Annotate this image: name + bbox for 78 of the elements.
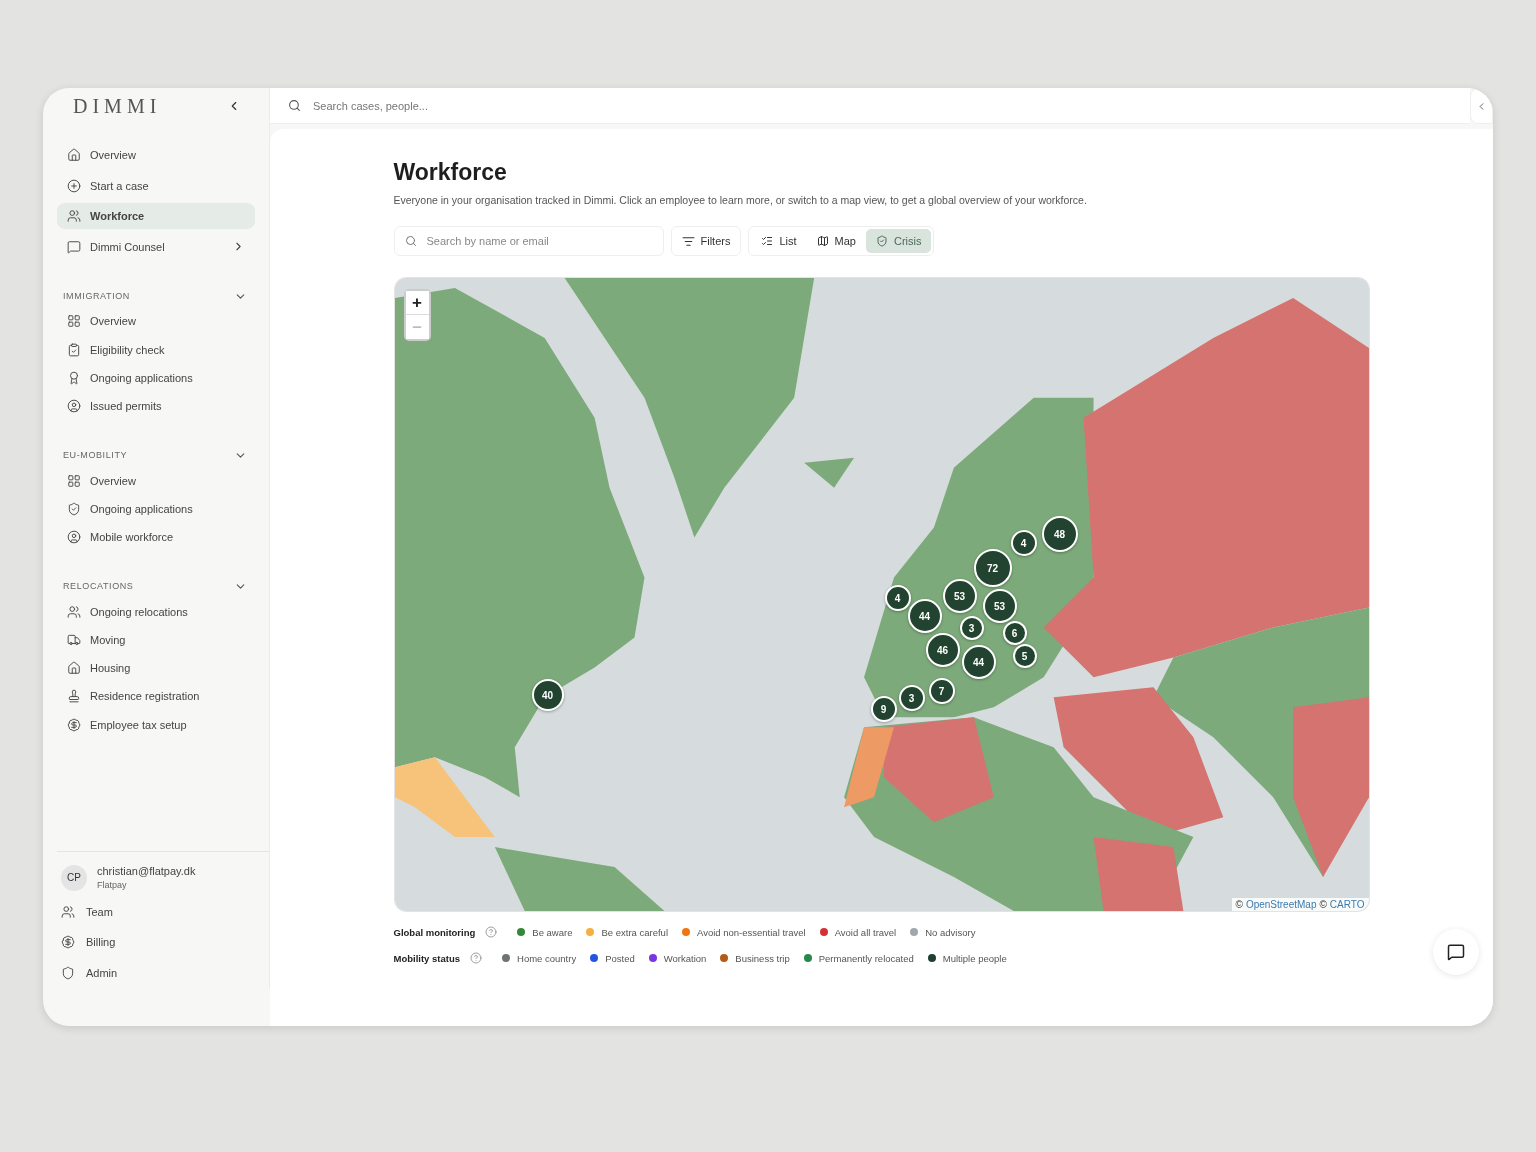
nav-item[interactable]: Issued permits (57, 393, 255, 419)
legend-label: Multiple people (942, 952, 1007, 964)
nav-item[interactable]: Eligibility check (57, 336, 255, 363)
view-tab[interactable]: Crisis (866, 229, 932, 253)
chat-icon (1447, 943, 1465, 961)
plus-circle-icon (67, 178, 81, 193)
page-description: Everyone in your organisation tracked in Dimmi. Click an employee to learn more, or switch to a map view, to get a global overview of your workforce. (393, 194, 1088, 206)
chat-button[interactable] (1433, 929, 1479, 975)
nav-item[interactable]: Billing (57, 929, 255, 956)
nav-item[interactable]: Overview (57, 308, 255, 335)
section-title: RELOCATIONS (63, 581, 134, 592)
nav-item[interactable]: Start a case (57, 172, 255, 199)
nav-item[interactable]: Moving (57, 626, 255, 653)
legend-label: Posted (605, 952, 635, 964)
search-icon (404, 235, 417, 247)
stamp-icon (67, 689, 81, 704)
nav-item[interactable]: Admin (57, 959, 255, 986)
search-input[interactable]: Search cases, people... (311, 98, 1470, 113)
home-icon (67, 148, 81, 163)
nav-item[interactable]: Employee tax setup (57, 711, 255, 738)
nav-item[interactable]: Residence registration (57, 683, 255, 710)
avatar[interactable]: CP (61, 864, 87, 891)
legend-label: Business trip (735, 952, 790, 964)
nav-item[interactable]: Ongoing applications (57, 364, 255, 391)
filter-icon (681, 234, 695, 248)
grid-icon (67, 314, 81, 329)
company-name: Flatpay (97, 880, 128, 890)
users-icon (67, 209, 81, 224)
search-icon (288, 99, 301, 112)
shield-check-icon (67, 501, 81, 516)
user-email: christian@flatpay.dk (97, 865, 196, 877)
chat-icon (67, 239, 81, 254)
view-tab[interactable]: Map (806, 229, 866, 253)
legend-label: Avoid all travel (834, 926, 897, 938)
list-icon (761, 235, 774, 247)
nav-item[interactable]: Ongoing applications (57, 495, 255, 522)
logo: DIMMI (73, 94, 162, 118)
view-tab[interactable]: List (751, 229, 807, 253)
shield-icon (876, 235, 888, 247)
legend-label: Workation (663, 952, 707, 964)
nav-item[interactable]: Housing (57, 655, 255, 681)
truck-icon (67, 632, 81, 647)
copyright-symbol: © (1319, 899, 1327, 910)
filters-button[interactable]: Filters (670, 226, 742, 256)
nav-item[interactable]: Overview (57, 142, 255, 169)
legend-label: Permanently relocated (818, 952, 914, 964)
legend-title: Global monitoring (393, 926, 476, 938)
zoom-in-button[interactable]: + (405, 291, 429, 315)
nav-item[interactable]: Team (57, 898, 255, 925)
section-title: EU-MOBILITY (63, 450, 128, 461)
users-icon (61, 904, 75, 919)
shield-icon (61, 965, 75, 980)
map-icon (816, 235, 829, 247)
search-field[interactable]: Search cases, people... (270, 88, 1470, 124)
page-title: Workforce (393, 159, 508, 186)
users-icon (67, 604, 81, 619)
nav-item[interactable]: Dimmi Counsel (57, 233, 255, 260)
legend-label: Be aware (532, 926, 573, 938)
copyright-symbol: © (1235, 899, 1243, 910)
user-circle-icon (67, 399, 81, 413)
legend-label: Avoid non-essential travel (697, 926, 806, 938)
carto-link[interactable]: CARTO (1329, 899, 1365, 910)
search-field[interactable]: Search by name or email (393, 226, 664, 256)
legend-title: Mobility status (393, 952, 460, 964)
grid-icon (67, 473, 81, 488)
nav-item[interactable]: Overview (57, 467, 255, 494)
section-title: IMMIGRATION (63, 291, 130, 301)
nav-item[interactable]: Mobile workforce (57, 524, 255, 550)
nav-item[interactable]: Workforce (57, 203, 255, 230)
clipboard-check-icon (67, 342, 81, 357)
legend-label: No advisory (925, 926, 976, 938)
legend-label: Home country (517, 952, 577, 964)
legend-label: Be extra careful (601, 926, 668, 938)
home-icon (67, 661, 81, 675)
osm-link[interactable]: OpenStreetMap (1245, 899, 1317, 910)
award-icon (67, 370, 81, 385)
nav-item[interactable]: Ongoing relocations (57, 598, 255, 625)
user-circle-icon (67, 530, 81, 544)
